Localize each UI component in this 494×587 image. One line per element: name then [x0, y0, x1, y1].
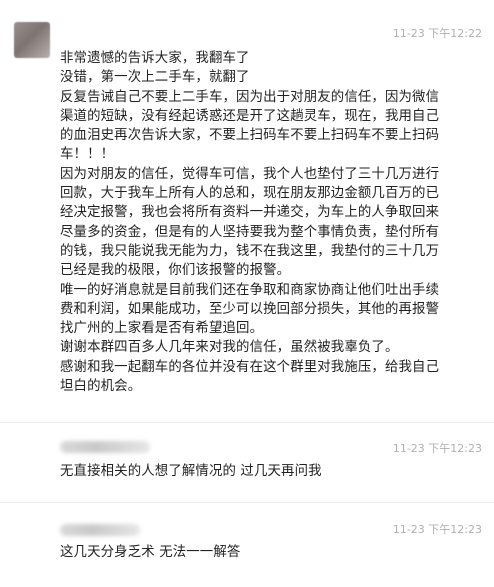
text-line: 这几天分身乏术 无法一一解答 — [60, 545, 241, 560]
text-line: 坦白的机会。 — [60, 379, 142, 395]
text-line: 非常遗憾的告诉大家，我翻车了 — [60, 51, 250, 66]
text-line: 的钱，我只能说我无能为力，钱不在我这里，我垫付的三十几万 — [60, 243, 440, 259]
text-line: 费和利润，如果能成功，至少可以挽回部分损失，其他的再报警 — [60, 301, 440, 317]
text-line: 唯一的好消息就是目前我们还在争取和商家协商让他们吐出手续 — [60, 282, 440, 298]
message-text: 这几天分身乏术 无法一一解答 — [60, 543, 478, 562]
message-timestamp: 11-23 下午12:23 — [392, 523, 482, 536]
message-text: 无直接相关的人想了解情况的 过几天再问我 — [60, 462, 478, 481]
text-line: 感谢和我一起翻车的各位并没有在这个群里对我施压，给我自己 — [60, 359, 440, 375]
text-line: 反复告诫自己不要上二手车，因为出于对朋友的信任，因为微信 — [60, 89, 440, 105]
sender-name — [60, 441, 150, 453]
message-divider — [0, 502, 494, 503]
text-line: 没错，第一次上二手车，就翻了 — [60, 70, 250, 86]
avatar[interactable] — [14, 22, 50, 58]
message-timestamp: 11-23 下午12:23 — [392, 442, 482, 455]
message-divider — [0, 422, 494, 423]
message-text: 非常遗憾的告诉大家，我翻车了 没错，第一次上二手车，就翻了 反复告诫自己不要上二… — [60, 49, 478, 396]
text-line: 因为对朋友的信任，觉得车可信，我个人也垫付了三十几万进行 — [60, 166, 440, 182]
message-timestamp: 11-23 下午12:22 — [392, 27, 482, 40]
text-line: 已经是我的极限，你们该报警的报警。 — [60, 263, 291, 279]
text-line: 的血泪史再次告诉大家，不要上扫码车不要上扫码车不要上扫码 — [60, 128, 440, 144]
text-line: 渠道的短缺，没有经起诱惑还是开了这趟灵车，现在，我用自己 — [60, 108, 440, 124]
text-line: 经决定报警，我也会将所有资料一并递交，为车上的人争取回来 — [60, 205, 440, 221]
text-line: 回款，大于我车上所有人的总和，现在朋友那边金额几百万的已 — [60, 186, 440, 202]
text-line: 谢谢本群四百多人几年来对我的信任，虽然被我辜负了。 — [60, 340, 399, 356]
text-line: 尽量多的资金，但是有的人坚持要我为整个事情负责，垫付所有 — [60, 224, 440, 240]
sender-name — [60, 524, 140, 536]
text-line: 车！！！ — [60, 147, 115, 163]
text-line: 无直接相关的人想了解情况的 过几天再问我 — [60, 464, 322, 479]
text-line: 找广州的上家看是否有希望追回。 — [60, 321, 264, 337]
